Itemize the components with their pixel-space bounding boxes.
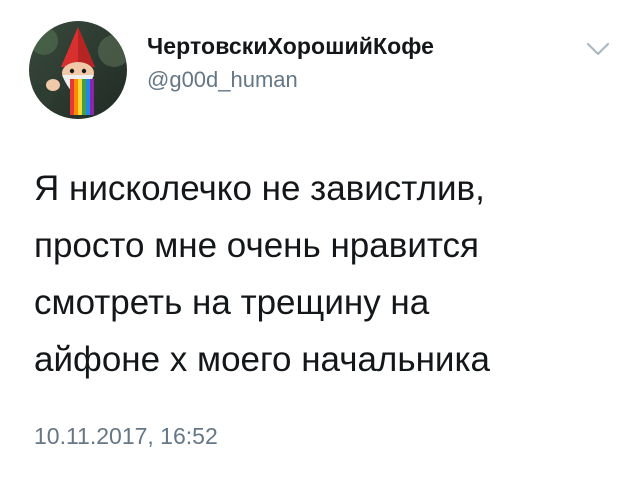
author-handle[interactable]: @g00d_human xyxy=(147,67,298,93)
tweet-card: ЧертовскиХорошийКофе @g00d_human Я ниско… xyxy=(0,0,640,479)
author-avatar[interactable] xyxy=(29,21,127,119)
tweet-timestamp[interactable]: 10.11.2017, 16:52 xyxy=(34,423,218,450)
tweet-text: Я нисколечко не завистлив, просто мне оч… xyxy=(34,169,491,379)
author-display-name[interactable]: ЧертовскиХорошийКофе xyxy=(147,33,434,60)
chevron-down-icon[interactable] xyxy=(585,40,611,58)
gnome-avatar-icon xyxy=(29,21,127,119)
